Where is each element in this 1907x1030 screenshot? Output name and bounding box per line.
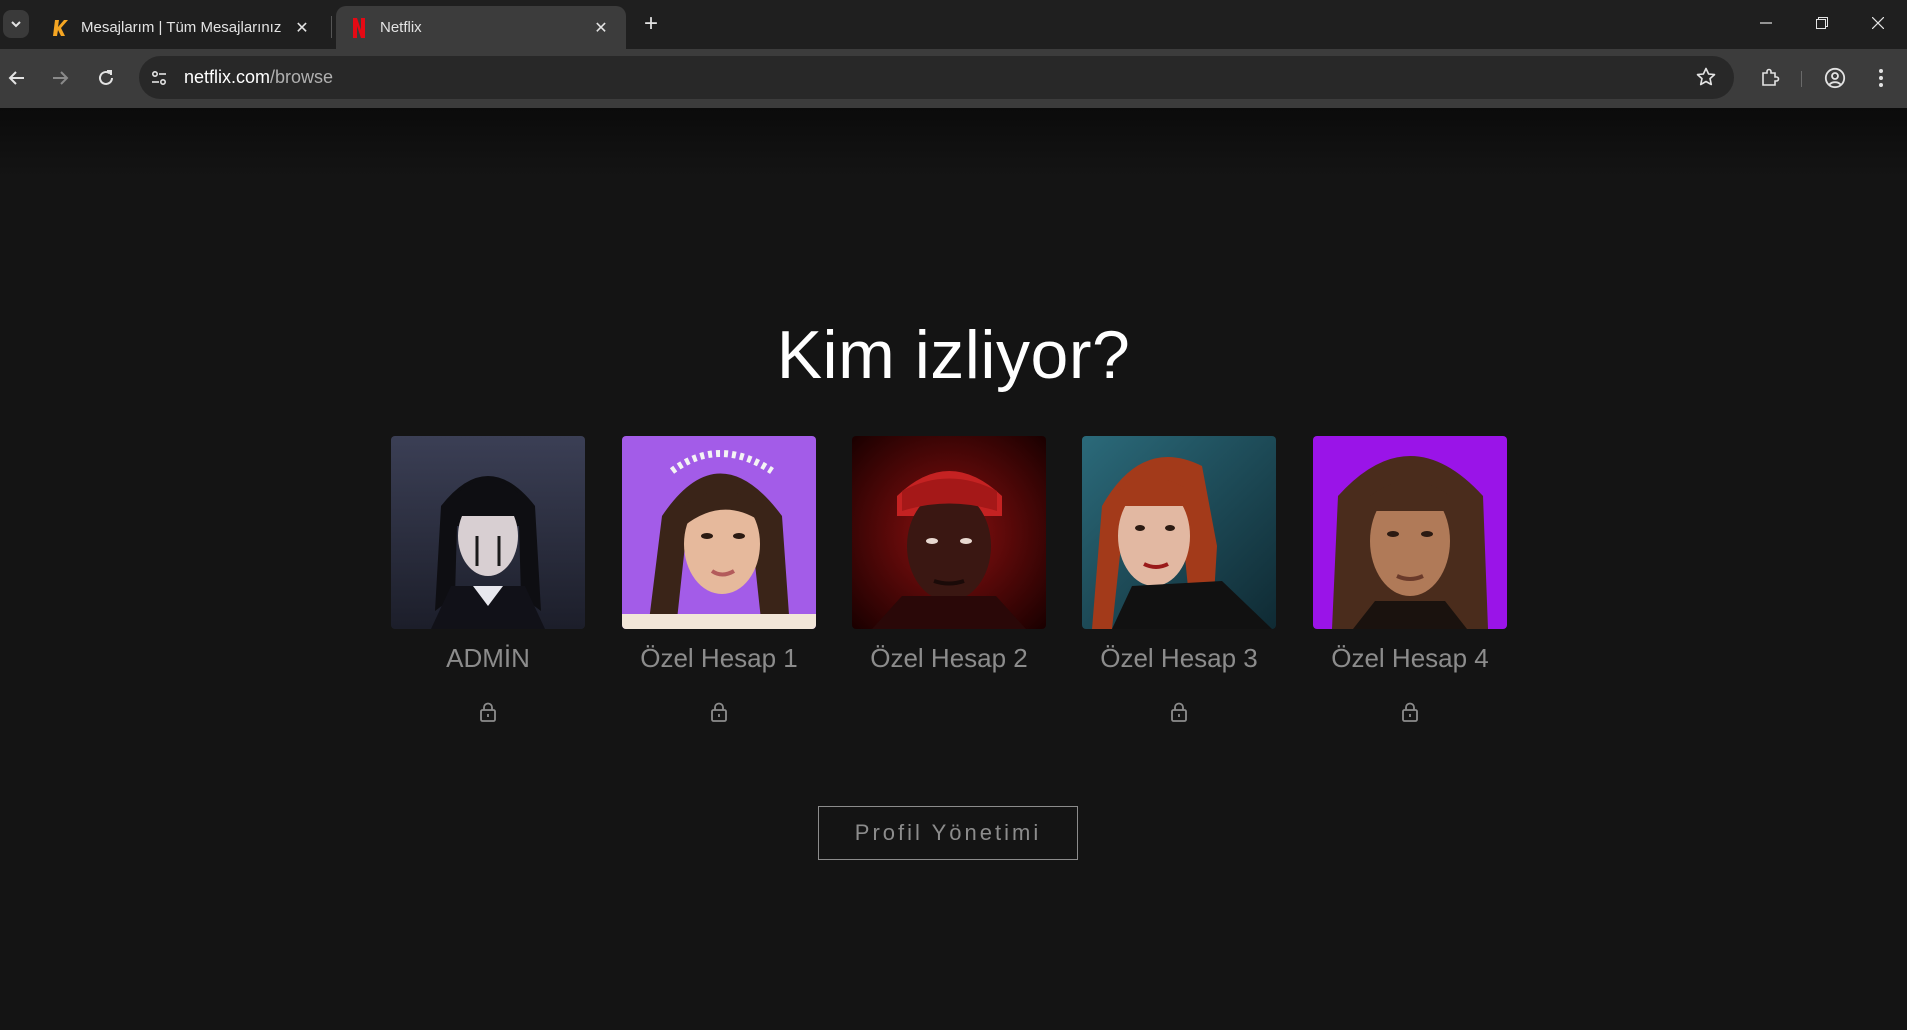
avatar[interactable] <box>391 436 585 629</box>
lock-icon <box>707 700 731 724</box>
kariyer-k-icon <box>51 19 69 37</box>
reload-icon <box>99 70 113 85</box>
url-host: netflix.com <box>184 67 271 87</box>
forward-button[interactable] <box>43 61 77 95</box>
minimize-icon <box>1760 22 1772 24</box>
menu-button[interactable] <box>1865 62 1897 94</box>
new-tab-button[interactable]: + <box>637 10 665 38</box>
profile-card-ozel-hesap-4[interactable]: Özel Hesap 4 <box>1313 436 1507 724</box>
back-button[interactable] <box>0 61 34 95</box>
profile-gate-page: Kim izliyor? ADMİN Özel Hesap 1 Özel Hes… <box>0 108 1907 1030</box>
restore-icon <box>1816 17 1828 29</box>
page-title: Kim izliyor? <box>776 317 1131 393</box>
more-vert-icon <box>1879 69 1883 87</box>
tab-title: Netflix <box>380 19 422 36</box>
netflix-n-icon <box>350 17 368 38</box>
close-icon[interactable]: ✕ <box>590 17 612 39</box>
profile-name: Özel Hesap 3 <box>1100 643 1258 673</box>
profile-button[interactable] <box>1819 62 1851 94</box>
profile-name: Özel Hesap 4 <box>1331 643 1489 673</box>
profile-card-ozel-hesap-1[interactable]: Özel Hesap 1 <box>622 436 816 724</box>
address-bar[interactable]: netflix.com/browse <box>139 56 1734 99</box>
close-window-button[interactable] <box>1850 0 1906 46</box>
tab-strip: Mesajlarım | Tüm Mesajlarınız ✕ Netflix … <box>0 0 1907 49</box>
restore-button[interactable] <box>1794 0 1850 46</box>
tab-mesajlarim[interactable]: Mesajlarım | Tüm Mesajlarınız ✕ <box>37 6 327 49</box>
profile-list: ADMİN Özel Hesap 1 Özel Hesap 2 Özel Hes… <box>0 436 1907 756</box>
profile-card-ozel-hesap-3[interactable]: Özel Hesap 3 <box>1082 436 1276 724</box>
tab-netflix[interactable]: Netflix ✕ <box>336 6 626 49</box>
site-info-icon[interactable] <box>144 63 174 93</box>
minimize-button[interactable] <box>1738 0 1794 46</box>
avatar[interactable] <box>1313 436 1507 629</box>
url-path: /browse <box>270 67 334 87</box>
lock-icon <box>1398 700 1422 724</box>
close-icon <box>1872 17 1884 29</box>
url-text: netflix.com/browse <box>184 67 333 88</box>
tab-search-button[interactable] <box>3 10 29 38</box>
profile-name: ADMİN <box>446 643 530 673</box>
arrow-left-icon <box>8 71 24 85</box>
tab-title: Mesajlarım | Tüm Mesajlarınız <box>81 19 282 36</box>
browser-toolbar: netflix.com/browse <box>0 49 1907 108</box>
extensions-button[interactable] <box>1754 62 1786 94</box>
manage-profiles-button[interactable]: Profil Yönetimi <box>818 806 1078 860</box>
arrow-right-icon <box>53 71 69 85</box>
bookmark-star-icon[interactable] <box>1694 65 1718 89</box>
lock-icon <box>1167 700 1191 724</box>
toolbar-separator <box>1801 71 1802 87</box>
avatar[interactable] <box>1082 436 1276 629</box>
profile-card-ozel-hesap-2[interactable]: Özel Hesap 2 <box>852 436 1046 674</box>
profile-name: Özel Hesap 1 <box>640 643 798 673</box>
avatar[interactable] <box>852 436 1046 629</box>
reload-button[interactable] <box>89 61 123 95</box>
profile-card-admin[interactable]: ADMİN <box>391 436 585 724</box>
tab-separator <box>331 16 332 38</box>
lock-icon <box>476 700 500 724</box>
account-circle-icon <box>1824 67 1846 89</box>
chevron-down-icon <box>11 21 21 28</box>
close-icon[interactable]: ✕ <box>291 17 313 39</box>
profile-name: Özel Hesap 2 <box>870 643 1028 673</box>
avatar[interactable] <box>622 436 816 629</box>
puzzle-icon <box>1762 68 1780 86</box>
